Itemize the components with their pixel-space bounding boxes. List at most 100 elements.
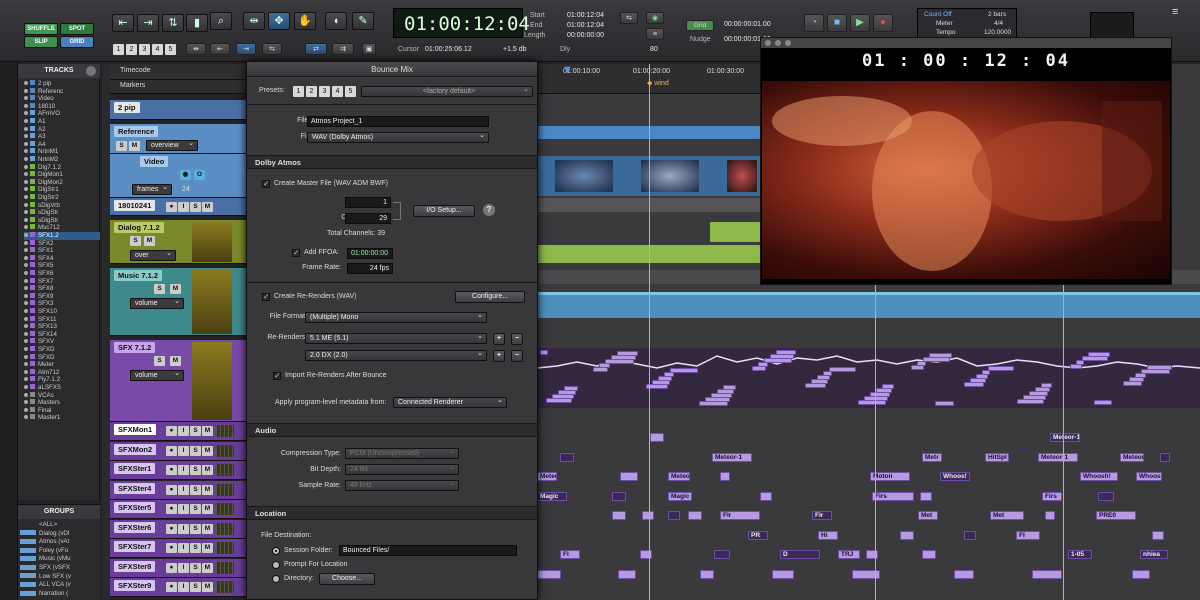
track-list-item[interactable]: SFX14 bbox=[24, 330, 100, 339]
solo-button[interactable]: S bbox=[190, 484, 201, 495]
sample-rate-dropdown[interactable]: 48 kHz bbox=[345, 479, 459, 491]
track-list-item[interactable]: NrtnM2 bbox=[24, 156, 100, 164]
track-header-sfx-sub[interactable]: SFXSter7 ● I S M bbox=[110, 539, 247, 558]
spot-mode-button[interactable]: SPOT bbox=[60, 23, 94, 35]
track-view-dropdown[interactable]: volume bbox=[130, 369, 184, 381]
link-edit-icon[interactable]: ⇹ bbox=[186, 43, 206, 55]
track-name[interactable]: SFXSter8 bbox=[114, 560, 156, 572]
sfx-clip[interactable] bbox=[564, 386, 578, 391]
track-list-item[interactable]: DlgMon1 bbox=[24, 171, 100, 179]
sfx-clip[interactable] bbox=[688, 511, 702, 520]
track-visible-icon[interactable] bbox=[24, 81, 28, 85]
file-format-dropdown[interactable]: (Multiple) Mono bbox=[305, 311, 487, 323]
track-list-item[interactable]: AFmVO bbox=[24, 110, 100, 118]
track-name[interactable]: SFXSter6 bbox=[114, 521, 156, 533]
sfx-clip[interactable]: Met bbox=[990, 511, 1024, 520]
marker-wind[interactable]: ◆ wind bbox=[647, 79, 669, 87]
track-list-item[interactable]: DlgStr1 bbox=[24, 186, 100, 194]
sfx-clip[interactable] bbox=[964, 530, 976, 540]
sfx-clip[interactable] bbox=[866, 550, 878, 559]
sfx-clip[interactable] bbox=[560, 452, 574, 462]
track-list-item[interactable]: SFX13 bbox=[24, 323, 100, 331]
end-value[interactable]: 01:00:12:04 bbox=[567, 22, 604, 29]
track-list-item[interactable]: A1 bbox=[24, 118, 100, 126]
track-visible-icon[interactable] bbox=[24, 354, 28, 359]
sfx-clip[interactable] bbox=[1032, 569, 1062, 579]
track-name[interactable]: 2 pip bbox=[114, 102, 140, 113]
record-button[interactable]: ● bbox=[166, 426, 177, 436]
track-visible-icon[interactable] bbox=[24, 415, 28, 420]
track-list-item[interactable]: Atm712 bbox=[24, 368, 100, 377]
track-header-sfx-sub[interactable]: SFXSter5 ● I S M bbox=[110, 500, 247, 519]
tab-to-transient-icon[interactable]: ⇤ bbox=[210, 43, 230, 55]
sfx-clip[interactable]: Whoos! bbox=[940, 472, 970, 481]
zoom-preset-5[interactable]: 5 bbox=[165, 44, 176, 55]
sfx-clip[interactable] bbox=[922, 550, 936, 559]
mute-button[interactable]: M bbox=[170, 356, 181, 366]
track-list-item[interactable]: sDlgStr bbox=[24, 209, 100, 217]
mute-button[interactable]: M bbox=[202, 504, 213, 514]
mute-button[interactable]: M bbox=[202, 202, 213, 212]
track-visible-icon[interactable] bbox=[24, 210, 28, 215]
track-list-item[interactable]: SFX1 bbox=[24, 247, 100, 255]
sfx-clip[interactable] bbox=[620, 472, 638, 481]
track-list-item[interactable]: sDlgVrb bbox=[24, 201, 100, 210]
track-visible-icon[interactable] bbox=[24, 385, 28, 389]
track-visible-icon[interactable] bbox=[24, 217, 28, 222]
stop-icon[interactable]: ■ bbox=[827, 14, 847, 32]
track-name[interactable]: SFXMon2 bbox=[114, 443, 157, 455]
slip-mode-button[interactable]: SLIP bbox=[24, 36, 58, 48]
video-view-dropdown[interactable]: frames bbox=[132, 183, 172, 195]
sfx-clip[interactable] bbox=[954, 569, 974, 579]
solo-button[interactable]: S bbox=[190, 523, 201, 534]
track-visible-icon[interactable] bbox=[24, 392, 28, 397]
track-list-item[interactable]: DlgMon2 bbox=[24, 178, 100, 187]
sfx-clip[interactable]: Metr bbox=[922, 452, 942, 462]
track-name[interactable]: SFXMon1 bbox=[114, 424, 157, 435]
track-visible-icon[interactable] bbox=[24, 377, 28, 382]
online-button[interactable]: O bbox=[194, 170, 205, 180]
track-visible-icon[interactable] bbox=[24, 286, 28, 291]
group-list-item[interactable]: Narration ( bbox=[20, 590, 100, 598]
solo-button[interactable]: S bbox=[190, 504, 201, 514]
sfx-clip[interactable]: Magic bbox=[537, 491, 567, 501]
group-list-item[interactable]: SFX (vSFX bbox=[20, 564, 100, 572]
track-header-dialog[interactable]: Dialog 7.1.2 S M over bbox=[110, 220, 247, 264]
zoom-preset-2[interactable]: 2 bbox=[126, 44, 137, 55]
sfx-clip[interactable] bbox=[642, 511, 654, 520]
mute-button[interactable]: M bbox=[202, 582, 213, 592]
input-button[interactable]: I bbox=[178, 504, 189, 514]
toolbar-menu-icon[interactable]: ≡ bbox=[1172, 6, 1178, 18]
record-button[interactable]: ● bbox=[166, 484, 177, 495]
record-button[interactable]: ● bbox=[166, 562, 177, 573]
record-button[interactable]: ● bbox=[166, 504, 177, 514]
sfx-clip[interactable]: HitSpl bbox=[985, 452, 1009, 462]
track-header-music[interactable]: Music 7.1.2 S M volume bbox=[110, 268, 247, 336]
sfx-clip[interactable] bbox=[1160, 452, 1170, 462]
sfx-clip[interactable]: TRJ bbox=[838, 550, 860, 559]
preset-4-button[interactable]: 4 bbox=[332, 86, 343, 97]
audio-zoom-icon[interactable]: ▮ bbox=[186, 14, 208, 32]
music-clip[interactable] bbox=[537, 292, 1200, 318]
sfx-clip[interactable] bbox=[723, 385, 736, 390]
track-name[interactable]: SFXSter9 bbox=[114, 580, 156, 591]
group-list-item[interactable]: Atmos (vAt bbox=[20, 538, 100, 546]
sfx-clip[interactable]: Meteor-2 bbox=[668, 472, 690, 481]
solo-button[interactable]: S bbox=[154, 356, 165, 366]
group-list-item[interactable]: Music (vMu bbox=[20, 555, 100, 563]
solo-button[interactable]: S bbox=[190, 562, 201, 573]
sfx-clip[interactable]: Meteor-1 bbox=[1038, 452, 1078, 462]
add-rerender-button[interactable]: + bbox=[493, 333, 505, 345]
input-button[interactable]: I bbox=[178, 543, 189, 553]
track-visible-icon[interactable] bbox=[24, 202, 28, 207]
sfx-clip[interactable] bbox=[714, 550, 730, 559]
input-button[interactable]: I bbox=[178, 562, 189, 573]
objects-value[interactable]: 29 bbox=[345, 213, 391, 224]
track-header-reference[interactable]: Reference S M overview bbox=[110, 124, 247, 154]
track-list-item[interactable]: Referenc bbox=[24, 87, 100, 96]
track-view-dropdown[interactable]: overview bbox=[146, 139, 198, 151]
zoom-in-icon[interactable]: ⇥ bbox=[137, 14, 159, 32]
preset-2-button[interactable]: 2 bbox=[306, 86, 317, 97]
sfx-clip[interactable] bbox=[640, 550, 652, 559]
track-list-item[interactable]: Msc712 bbox=[24, 224, 100, 232]
